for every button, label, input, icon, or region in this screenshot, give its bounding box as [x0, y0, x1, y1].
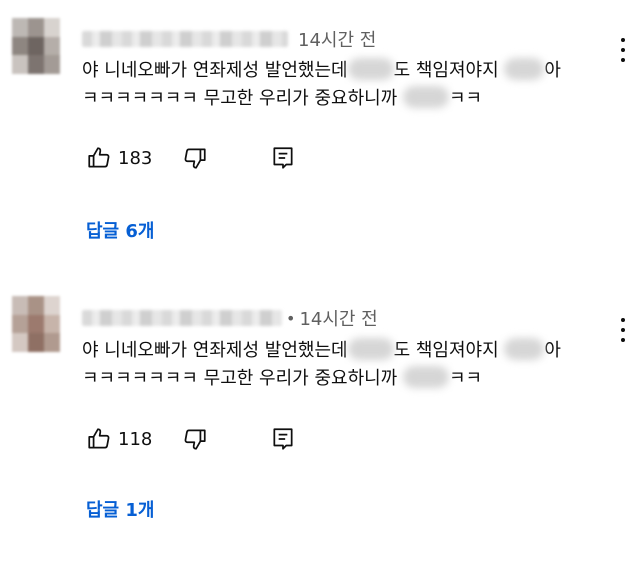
thumb-up-icon	[88, 428, 110, 449]
comment-header: • 14시간 전	[82, 306, 378, 330]
comment-text-part: 아	[544, 60, 561, 81]
comment-actions: 118	[86, 424, 296, 454]
comment-text-part: ㅋㅋㅋㅋㅋㅋㅋ 무고한 우리가 중요하니까	[82, 88, 398, 109]
separator-dot: •	[286, 308, 296, 328]
like-count: 118	[118, 428, 153, 450]
avatar[interactable]	[12, 296, 60, 352]
comment-actions: 183	[86, 143, 296, 173]
redacted-text	[402, 86, 449, 108]
redacted-text	[347, 338, 394, 360]
comment-text-part: 아	[544, 340, 561, 361]
view-replies-button[interactable]: 답글 6개	[86, 217, 154, 243]
redacted-text	[402, 366, 449, 388]
comment-text-part: ㅋㅋ	[448, 88, 483, 109]
reply-comment-icon	[273, 147, 293, 169]
like-button[interactable]: 183	[86, 145, 152, 171]
redacted-text	[347, 58, 394, 80]
comment-text: 야 니네오빠가 연좌제성 발언했는데 도 책임져야지 아 ㅋㅋㅋㅋㅋㅋㅋ 무고한 …	[82, 57, 561, 113]
thumb-down-icon	[184, 148, 206, 169]
comment-text-part: 도 책임져야지	[393, 340, 499, 361]
comment-text-part: 야 니네오빠가 연좌제성 발언했는데	[82, 60, 348, 81]
redacted-text	[504, 58, 545, 80]
comment-menu-button[interactable]	[619, 38, 627, 62]
dislike-button[interactable]	[182, 145, 208, 171]
comment-thread: • 14시간 전 야 니네오빠가 연좌제성 발언했는데 도 책임져야지 아 ㅋㅋㅋ…	[0, 280, 637, 560]
author-name-blurred[interactable]	[82, 31, 288, 47]
comment-timestamp: 14시간 전	[298, 30, 377, 51]
comment-text: 야 니네오빠가 연좌제성 발언했는데 도 책임져야지 아 ㅋㅋㅋㅋㅋㅋㅋ 무고한 …	[82, 337, 561, 393]
avatar[interactable]	[12, 18, 60, 74]
thumb-down-icon	[184, 429, 206, 450]
reply-comment-icon	[273, 428, 293, 450]
like-button[interactable]: 118	[86, 426, 152, 452]
view-replies-button[interactable]: 답글 1개	[86, 496, 154, 522]
dislike-button[interactable]	[182, 426, 208, 452]
comment-menu-button[interactable]	[619, 318, 627, 342]
comment-text-part: 도 책임져야지	[393, 60, 499, 81]
reply-button[interactable]	[270, 145, 296, 171]
author-name-blurred[interactable]	[82, 310, 282, 326]
comment-timestamp: 14시간 전	[299, 309, 378, 330]
comment-text-part: 야 니네오빠가 연좌제성 발언했는데	[82, 340, 348, 361]
comment-text-part: ㅋㅋㅋㅋㅋㅋㅋ 무고한 우리가 중요하니까	[82, 368, 398, 389]
redacted-text	[504, 338, 545, 360]
comment-header: 14시간 전	[82, 27, 376, 51]
comment-thread: 14시간 전 야 니네오빠가 연좌제성 발언했는데 도 책임져야지 아 ㅋㅋㅋㅋㅋ…	[0, 0, 637, 280]
comment-text-part: ㅋㅋ	[448, 368, 483, 389]
thumb-up-icon	[88, 147, 110, 168]
like-count: 183	[118, 147, 153, 169]
reply-button[interactable]	[270, 426, 296, 452]
